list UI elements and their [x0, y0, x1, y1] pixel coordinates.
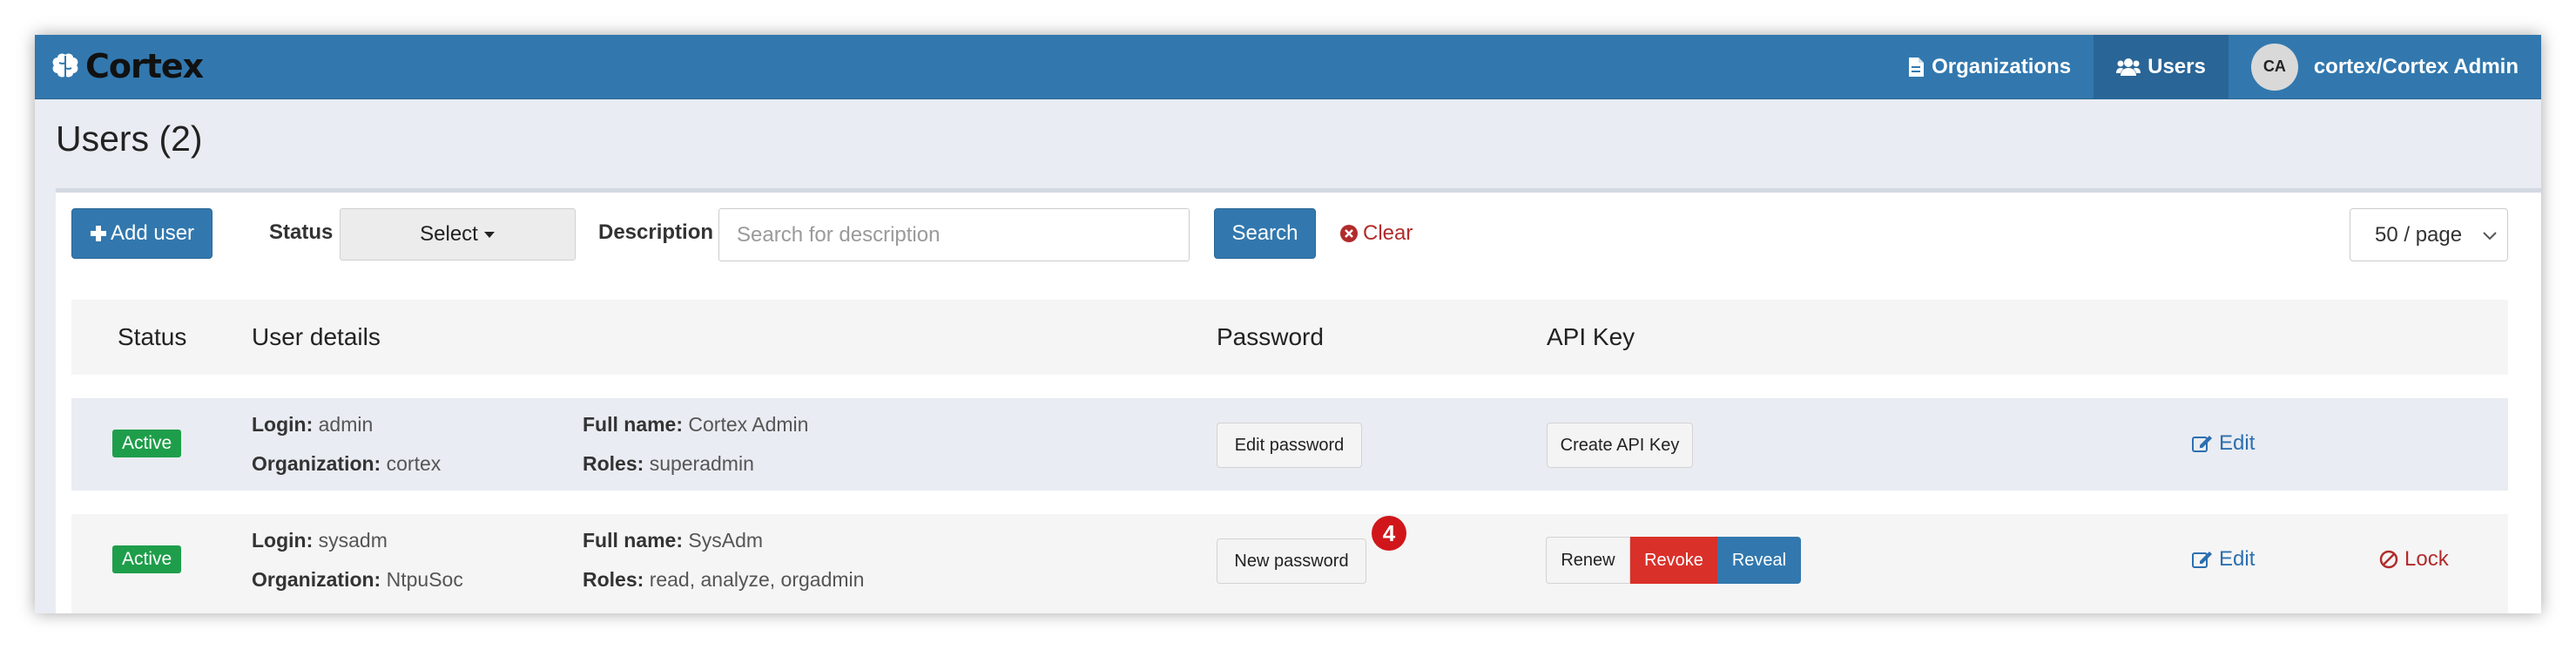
login-detail: Login: admin	[252, 413, 373, 437]
header-api-key: API Key	[1547, 323, 1635, 350]
fullname-detail: Full name: SysAdm	[583, 529, 763, 552]
fullname-label: Full name:	[583, 529, 684, 552]
header-status: Status	[118, 323, 187, 350]
roles-detail: Roles: superadmin	[583, 452, 754, 476]
new-password-label: New password	[1234, 551, 1349, 571]
roles-label: Roles:	[583, 568, 644, 591]
table-row: Active Login: admin Organization: cortex…	[71, 398, 2508, 491]
edit-icon	[2192, 436, 2212, 452]
fullname-value: Cortex Admin	[688, 413, 809, 436]
search-button-label: Search	[1231, 221, 1298, 245]
notification-badge: 4	[1372, 516, 1406, 551]
nav-users[interactable]: Users	[2094, 35, 2229, 98]
document-icon	[1909, 57, 1925, 77]
nav-organizations[interactable]: Organizations	[1885, 35, 2094, 98]
roles-detail: Roles: read, analyze, orgadmin	[583, 568, 864, 592]
login-value: sysadm	[318, 529, 388, 552]
create-api-key-label: Create API Key	[1560, 435, 1680, 455]
description-filter-label: Description	[598, 220, 714, 244]
description-search-input[interactable]	[718, 208, 1190, 261]
brand-logo[interactable]: Cortex	[49, 44, 204, 89]
login-label: Login:	[252, 529, 314, 552]
brain-icon	[52, 53, 78, 78]
add-user-button[interactable]: Add user	[71, 208, 212, 259]
edit-password-button[interactable]: Edit password	[1217, 423, 1362, 468]
header-user-details: User details	[252, 323, 381, 350]
edit-user-link[interactable]: Edit	[2192, 547, 2255, 572]
login-label: Login:	[252, 413, 314, 436]
search-button[interactable]: Search	[1214, 208, 1316, 259]
users-panel: Add user Status Select Description Searc…	[56, 188, 2541, 613]
new-password-button[interactable]: New password	[1217, 538, 1366, 584]
table-header: Status User details Password API Key	[71, 300, 2508, 375]
fullname-label: Full name:	[583, 413, 684, 436]
lock-user-link[interactable]: Lock	[2379, 547, 2449, 572]
login-value: admin	[318, 413, 374, 436]
per-page-value: 50 / page	[2375, 222, 2463, 247]
users-icon	[2116, 58, 2141, 76]
edit-password-label: Edit password	[1234, 435, 1345, 455]
clear-link[interactable]: Clear	[1339, 221, 1413, 246]
roles-value: superadmin	[649, 452, 754, 475]
user-menu[interactable]: CA cortex/Cortex Admin	[2229, 35, 2541, 98]
roles-label: Roles:	[583, 452, 644, 475]
ban-icon	[2379, 550, 2398, 569]
roles-value: read, analyze, orgadmin	[649, 568, 865, 591]
close-circle-icon	[1340, 225, 1358, 242]
revoke-api-key-button[interactable]: Revoke	[1630, 537, 1717, 584]
status-select[interactable]: Select	[340, 208, 576, 261]
chevron-down-icon	[2483, 232, 2497, 240]
status-badge: Active	[112, 545, 182, 573]
organization-value: cortex	[386, 452, 442, 475]
table-row: Active Login: sysadm Organization: NtpuS…	[71, 514, 2508, 613]
nav-users-label: Users	[2148, 54, 2206, 78]
plus-icon	[90, 226, 106, 241]
status-badge: Active	[112, 430, 182, 457]
api-key-button-group: Renew Revoke Reveal	[1546, 537, 1801, 584]
nav-organizations-label: Organizations	[1932, 54, 2072, 78]
clear-label: Clear	[1363, 221, 1413, 245]
edit-icon	[2192, 552, 2212, 568]
edit-user-label: Edit	[2219, 547, 2256, 571]
page-title: Users (2)	[56, 118, 203, 159]
organization-label: Organization:	[252, 568, 381, 591]
organization-value: NtpuSoc	[386, 568, 463, 591]
top-navbar: Cortex Organizations Users CA cortex/Cor…	[35, 35, 2541, 99]
edit-user-link[interactable]: Edit	[2192, 431, 2255, 456]
user-menu-label: cortex/Cortex Admin	[2313, 54, 2519, 78]
fullname-value: SysAdm	[688, 529, 764, 552]
avatar: CA	[2250, 43, 2298, 91]
add-user-label: Add user	[110, 221, 195, 245]
edit-user-label: Edit	[2219, 431, 2256, 455]
renew-api-key-button[interactable]: Renew	[1546, 537, 1630, 584]
organization-label: Organization:	[252, 452, 381, 475]
per-page-select[interactable]: 50 / page	[2350, 208, 2508, 261]
status-select-value: Select	[420, 222, 478, 246]
login-detail: Login: sysadm	[252, 529, 388, 552]
organization-detail: Organization: cortex	[252, 452, 441, 476]
status-filter-label: Status	[269, 220, 334, 244]
brand-name: Cortex	[85, 47, 204, 85]
reveal-api-key-button[interactable]: Reveal	[1717, 537, 1801, 584]
organization-detail: Organization: NtpuSoc	[252, 568, 463, 592]
fullname-detail: Full name: Cortex Admin	[583, 413, 808, 437]
create-api-key-button[interactable]: Create API Key	[1547, 423, 1693, 468]
header-password: Password	[1217, 323, 1324, 350]
app-window: Cortex Organizations Users CA cortex/Cor…	[35, 35, 2541, 613]
caret-down-icon	[483, 232, 495, 238]
lock-user-label: Lock	[2404, 547, 2449, 571]
